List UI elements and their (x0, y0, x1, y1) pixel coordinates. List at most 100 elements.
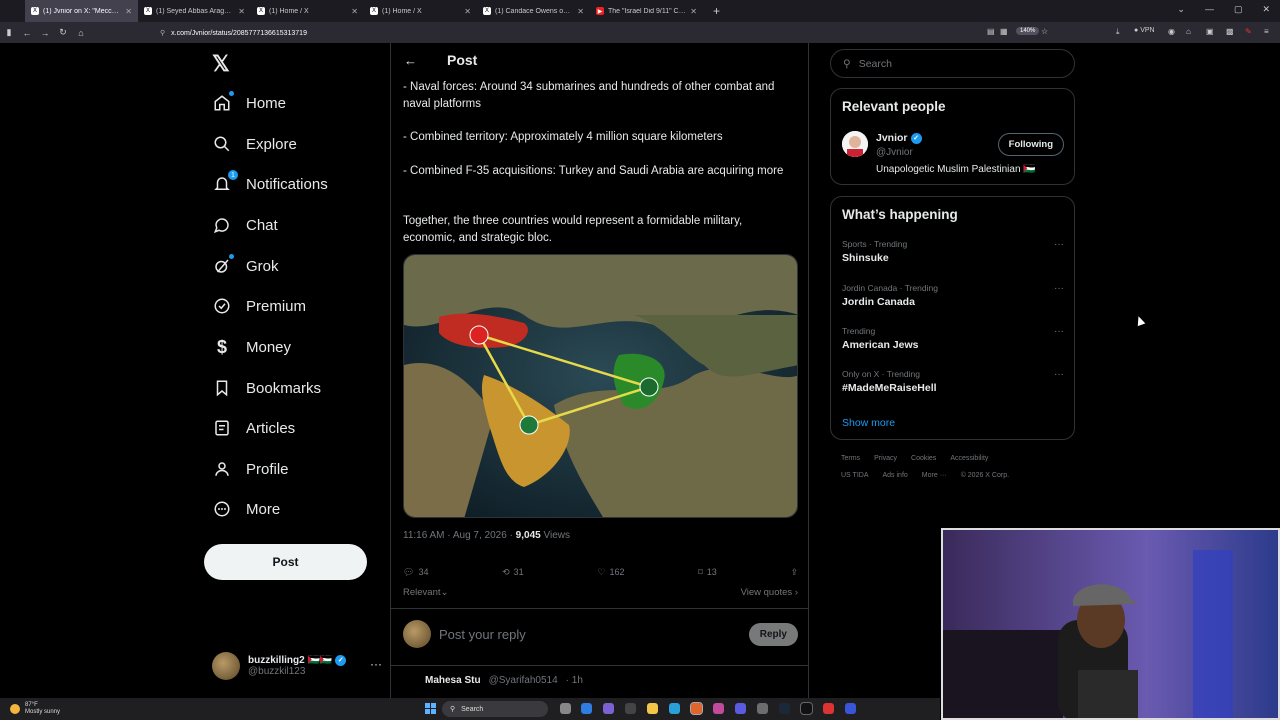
nav-bookmarks[interactable]: Bookmarks (212, 373, 321, 403)
menu-icon[interactable]: ≡ (1264, 27, 1269, 36)
translate-icon[interactable]: ▦ (1000, 27, 1008, 36)
footer-link[interactable]: Privacy (874, 455, 897, 462)
steam-icon[interactable] (779, 703, 790, 714)
x-logo-icon[interactable]: 𝕏 (212, 51, 230, 77)
reader-icon[interactable]: ▤ (987, 27, 995, 36)
following-button[interactable]: Following (997, 133, 1064, 156)
browser-tab[interactable]: X (1) Jvnior on X: "Mecca Defense ✕ (25, 0, 138, 22)
repost-action[interactable]: ⟲ 31 (502, 567, 524, 578)
account-switcher[interactable]: buzzkilling2 🇵🇸🇵🇸 ✓ @buzzkil123 ··· (212, 649, 382, 683)
nav-money[interactable]: $ Money (212, 332, 291, 362)
extension-icon[interactable]: ▣ (1206, 27, 1214, 36)
reply-item[interactable]: Mahesa Stu @Syarifah0514 · 1h (403, 675, 798, 686)
footer-link[interactable]: More ··· (922, 472, 947, 479)
nav-more[interactable]: More (212, 494, 280, 524)
new-tab-icon[interactable]: + (713, 4, 720, 18)
nav-profile[interactable]: Profile (212, 454, 289, 484)
minimize-icon[interactable]: — (1205, 4, 1214, 15)
vpn-badge[interactable]: ● VPN (1134, 27, 1155, 34)
footer-link[interactable]: Cookies (911, 455, 936, 462)
browser-tab[interactable]: X (1) Home / X ✕ (364, 0, 477, 22)
reply-author-name[interactable]: Mahesa Stu (425, 675, 481, 686)
nav-premium[interactable]: Premium (212, 291, 306, 321)
star-icon[interactable]: ☆ (1041, 27, 1048, 36)
footer-link[interactable]: Ads info (883, 472, 908, 479)
app-icon[interactable] (845, 703, 856, 714)
account-icon[interactable]: ◉ (1168, 27, 1175, 36)
close-tab-icon[interactable]: ✕ (238, 7, 245, 16)
close-tab-icon[interactable]: ✕ (577, 7, 584, 16)
copyright-text: © 2026 X Corp. (960, 472, 1010, 479)
back-icon[interactable]: ← (18, 28, 36, 38)
post-timestamp[interactable]: 11:16 AM · Aug 7, 2026 · (403, 530, 516, 541)
task-view-icon[interactable] (560, 703, 571, 714)
sidebar-icon[interactable]: ▮ (0, 27, 18, 38)
zoom-level[interactable]: 140% (1016, 27, 1040, 35)
nav-chat[interactable]: Chat (212, 210, 278, 240)
firefox-icon[interactable] (690, 702, 703, 715)
nav-articles[interactable]: Articles (212, 413, 295, 443)
more-options-icon[interactable]: ··· (370, 657, 382, 671)
nav-grok[interactable]: Grok (212, 251, 279, 281)
browser-tab[interactable]: ▶ The "Israel Did 9/11" Conspiracy ✕ (590, 0, 703, 22)
edge-icon[interactable] (669, 703, 680, 714)
footer-link[interactable]: US TIDA (841, 472, 869, 479)
like-action[interactable]: ♡ 162 (597, 567, 624, 578)
app-icon[interactable] (603, 703, 614, 714)
back-arrow-icon[interactable]: ← (404, 53, 417, 68)
app-icon[interactable] (625, 703, 636, 714)
app-icon[interactable] (757, 703, 768, 714)
search-input[interactable]: ⚲ Search (830, 49, 1075, 78)
download-icon[interactable]: ⤓ (1116, 27, 1120, 37)
nav-explore[interactable]: Explore (212, 129, 297, 159)
more-options-icon[interactable]: ··· (1054, 283, 1064, 294)
more-options-icon[interactable]: ··· (1054, 326, 1064, 337)
trend-item[interactable]: Trending American Jews ··· (842, 326, 1064, 351)
browser-tab[interactable]: X (1) Candace Owens on X: "You ✕ (477, 0, 590, 22)
more-options-icon[interactable]: ··· (1054, 369, 1064, 380)
trend-item[interactable]: Only on X · Trending #MadeMeRaiseHell ··… (842, 369, 1064, 394)
extensions-icon[interactable]: ⌂ (1186, 27, 1191, 36)
more-options-icon[interactable]: ··· (1054, 239, 1064, 250)
maximize-icon[interactable]: ▢ (1234, 4, 1243, 15)
show-more-link[interactable]: Show more (842, 417, 895, 429)
tiktok-icon[interactable] (800, 702, 813, 715)
extension-icon[interactable]: ✎ (1245, 27, 1252, 36)
nav-notifications[interactable]: 1 Notifications (212, 169, 328, 199)
reply-input[interactable]: Post your reply (439, 627, 741, 642)
footer-link[interactable]: Accessibility (950, 455, 988, 462)
trend-item[interactable]: Jordin Canada · Trending Jordin Canada ·… (842, 283, 1064, 308)
reply-button[interactable]: Reply (748, 622, 798, 646)
app-icon[interactable] (581, 703, 592, 714)
windows-start-icon[interactable] (425, 703, 436, 714)
app-icon[interactable] (823, 703, 834, 714)
reload-icon[interactable]: ↻ (54, 27, 72, 38)
app-icon[interactable] (735, 703, 746, 714)
close-tab-icon[interactable]: ✕ (125, 7, 132, 16)
close-tab-icon[interactable]: ✕ (351, 7, 358, 16)
taskbar-search[interactable]: ⚲ Search (442, 701, 548, 717)
close-window-icon[interactable]: ✕ (1262, 4, 1270, 15)
browser-tab[interactable]: X (1) Seyed Abbas Araghchi on X ✕ (138, 0, 251, 22)
reply-action[interactable]: 💬︎ 34 (403, 567, 428, 578)
view-quotes-link[interactable]: View quotes › (741, 587, 798, 598)
tab-list-icon[interactable]: ⌄ (1177, 4, 1185, 15)
trend-item[interactable]: Sports · Trending Shinsuke ··· (842, 239, 1064, 264)
close-tab-icon[interactable]: ✕ (464, 7, 471, 16)
app-icon[interactable] (713, 703, 724, 714)
weather-widget[interactable]: 87°F Mostly sunny (0, 702, 60, 716)
share-action[interactable]: ⇪ (790, 567, 798, 578)
footer-link[interactable]: Terms (841, 455, 860, 462)
extension-icon[interactable]: ▩ (1226, 27, 1234, 36)
browser-tab[interactable]: X (1) Home / X ✕ (251, 0, 364, 22)
close-tab-icon[interactable]: ✕ (690, 7, 697, 16)
post-button[interactable]: Post (204, 544, 367, 580)
home-icon[interactable]: ⌂ (72, 28, 90, 38)
bookmark-action[interactable]: ⌑ 13 (698, 567, 717, 578)
sort-dropdown[interactable]: Relevant⌄ (403, 587, 448, 598)
url-field[interactable]: ⚲ x.com/Jvnior/status/2085777136615313719 (160, 29, 307, 37)
nav-home[interactable]: Home (212, 88, 286, 118)
file-explorer-icon[interactable] (647, 703, 658, 714)
post-image[interactable] (403, 254, 798, 518)
forward-icon[interactable]: → (36, 28, 54, 38)
